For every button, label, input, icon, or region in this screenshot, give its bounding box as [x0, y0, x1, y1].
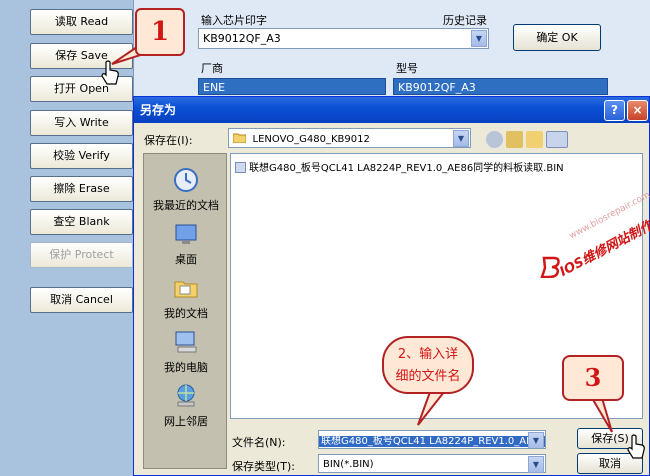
hand-pointer-icon [101, 60, 119, 85]
step-2-callout: 2、输入详细的文件名 [382, 336, 474, 394]
step-3-callout: 3 [562, 355, 624, 401]
annotation-arrows [111, 36, 613, 433]
hand-pointer-icon [627, 434, 645, 459]
callout-2-pointer [417, 391, 447, 426]
step-1-callout: 1 [135, 8, 185, 56]
callout-3-pointer [590, 397, 613, 433]
